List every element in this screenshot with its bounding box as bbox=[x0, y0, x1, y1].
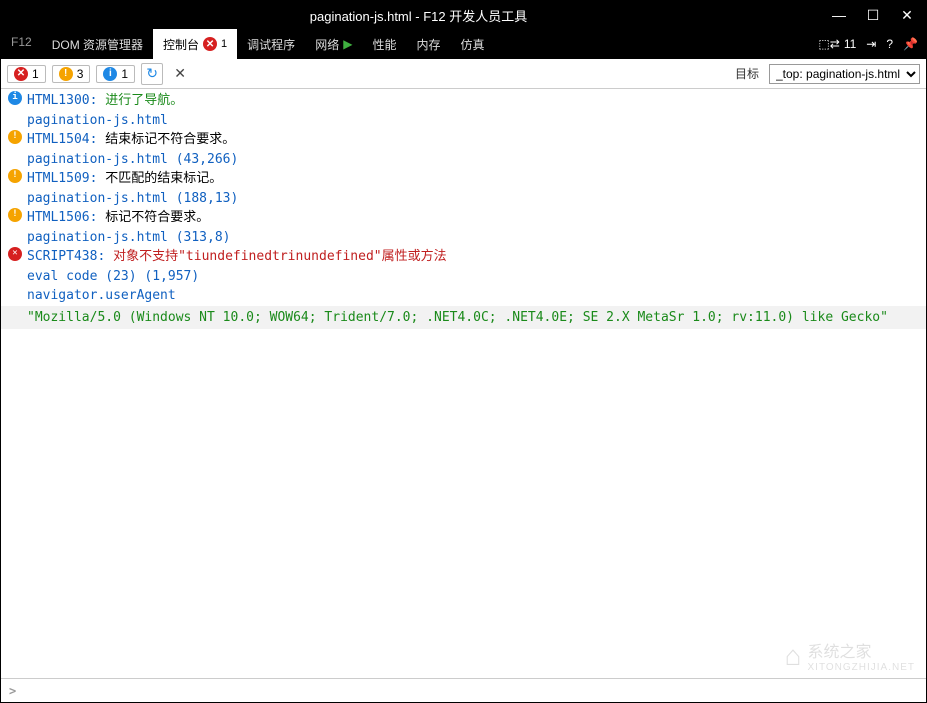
console-result: "Mozilla/5.0 (Windows NT 10.0; WOW64; Tr… bbox=[1, 306, 926, 330]
window-titlebar: pagination-js.html - F12 开发人员工具 — ☐ ✕ bbox=[1, 1, 926, 29]
target-label: 目标 bbox=[735, 65, 759, 82]
tab-memory[interactable]: 内存 bbox=[406, 29, 450, 59]
log-message: 对象不支持"tiundefinedtrinundefined"属性或方法 bbox=[113, 249, 447, 264]
console-toolbar: ✕ 1 ! 3 i 1 ↻ ✕ 目标 _top: pagination-js.h… bbox=[1, 59, 926, 89]
log-code: HTML1509: bbox=[27, 171, 97, 186]
devices-icon: ⬚⇄ bbox=[818, 37, 839, 51]
tab-console[interactable]: 控制台 ✕ 1 bbox=[153, 29, 237, 59]
log-code: HTML1506: bbox=[27, 210, 97, 225]
play-icon: ▶ bbox=[343, 37, 352, 51]
log-code: HTML1504: bbox=[27, 132, 97, 147]
filter-warnings[interactable]: ! 3 bbox=[52, 65, 91, 83]
close-button[interactable]: ✕ bbox=[896, 4, 918, 26]
info-icon: i bbox=[7, 91, 23, 105]
warn-icon: ! bbox=[7, 169, 23, 183]
undock-button[interactable]: ⇥ bbox=[866, 37, 876, 51]
warn-icon: ! bbox=[7, 208, 23, 222]
log-row: ! HTML1506: 标记不符合要求。 bbox=[1, 208, 926, 228]
error-badge-icon: ✕ bbox=[203, 37, 217, 51]
log-row: ! HTML1509: 不匹配的结束标记。 bbox=[1, 169, 926, 189]
window-title: pagination-js.html - F12 开发人员工具 bbox=[9, 6, 828, 25]
log-source[interactable]: pagination-js.html (188,13) bbox=[1, 189, 926, 209]
help-button[interactable]: ? bbox=[886, 37, 893, 51]
prompt-icon: > bbox=[9, 684, 16, 698]
console-entered-command: navigator.userAgent bbox=[1, 286, 926, 306]
tab-performance[interactable]: 性能 bbox=[362, 29, 406, 59]
tab-f12[interactable]: F12 bbox=[1, 29, 42, 59]
tab-dom-explorer[interactable]: DOM 资源管理器 bbox=[42, 29, 153, 59]
info-icon: i bbox=[103, 67, 117, 81]
log-message: 不匹配的结束标记。 bbox=[105, 171, 222, 186]
console-input[interactable] bbox=[22, 683, 918, 698]
target-select[interactable]: _top: pagination-js.html bbox=[769, 64, 920, 84]
filter-errors[interactable]: ✕ 1 bbox=[7, 65, 46, 83]
log-code: HTML1300: bbox=[27, 93, 97, 108]
log-source[interactable]: pagination-js.html bbox=[1, 111, 926, 131]
log-message: 结束标记不符合要求。 bbox=[105, 132, 235, 147]
filter-info[interactable]: i 1 bbox=[96, 65, 135, 83]
tab-network[interactable]: 网络 ▶ bbox=[305, 29, 362, 59]
log-source[interactable]: pagination-js.html (43,266) bbox=[1, 150, 926, 170]
log-source[interactable]: eval code (23) (1,957) bbox=[1, 267, 926, 287]
log-source[interactable]: pagination-js.html (313,8) bbox=[1, 228, 926, 248]
log-row: ! HTML1504: 结束标记不符合要求。 bbox=[1, 130, 926, 150]
log-row: ✕ SCRIPT438: 对象不支持"tiundefinedtrinundefin… bbox=[1, 247, 926, 267]
clear-button[interactable]: ✕ bbox=[169, 63, 191, 85]
main-tabbar: F12 DOM 资源管理器 控制台 ✕ 1 调试程序 网络 ▶ 性能 内存 仿真… bbox=[1, 29, 926, 59]
console-output: i HTML1300: 进行了导航。 pagination-js.html! HTML… bbox=[1, 89, 926, 678]
tab-emulation[interactable]: 仿真 bbox=[450, 29, 494, 59]
log-code: SCRIPT438: bbox=[27, 249, 105, 264]
log-row: i HTML1300: 进行了导航。 bbox=[1, 91, 926, 111]
warn-icon: ! bbox=[7, 130, 23, 144]
error-icon: ✕ bbox=[14, 67, 28, 81]
devices-indicator[interactable]: ⬚⇄ 11 bbox=[818, 37, 856, 51]
console-input-row: > bbox=[1, 678, 926, 702]
log-message: 进行了导航。 bbox=[105, 93, 183, 108]
minimize-button[interactable]: — bbox=[828, 4, 850, 26]
log-message: 标记不符合要求。 bbox=[105, 210, 209, 225]
refresh-button[interactable]: ↻ bbox=[141, 63, 163, 85]
tab-debugger[interactable]: 调试程序 bbox=[237, 29, 305, 59]
warning-icon: ! bbox=[59, 67, 73, 81]
pin-button[interactable]: 📌 bbox=[903, 37, 918, 51]
maximize-button[interactable]: ☐ bbox=[862, 4, 884, 26]
err-icon: ✕ bbox=[7, 247, 23, 261]
